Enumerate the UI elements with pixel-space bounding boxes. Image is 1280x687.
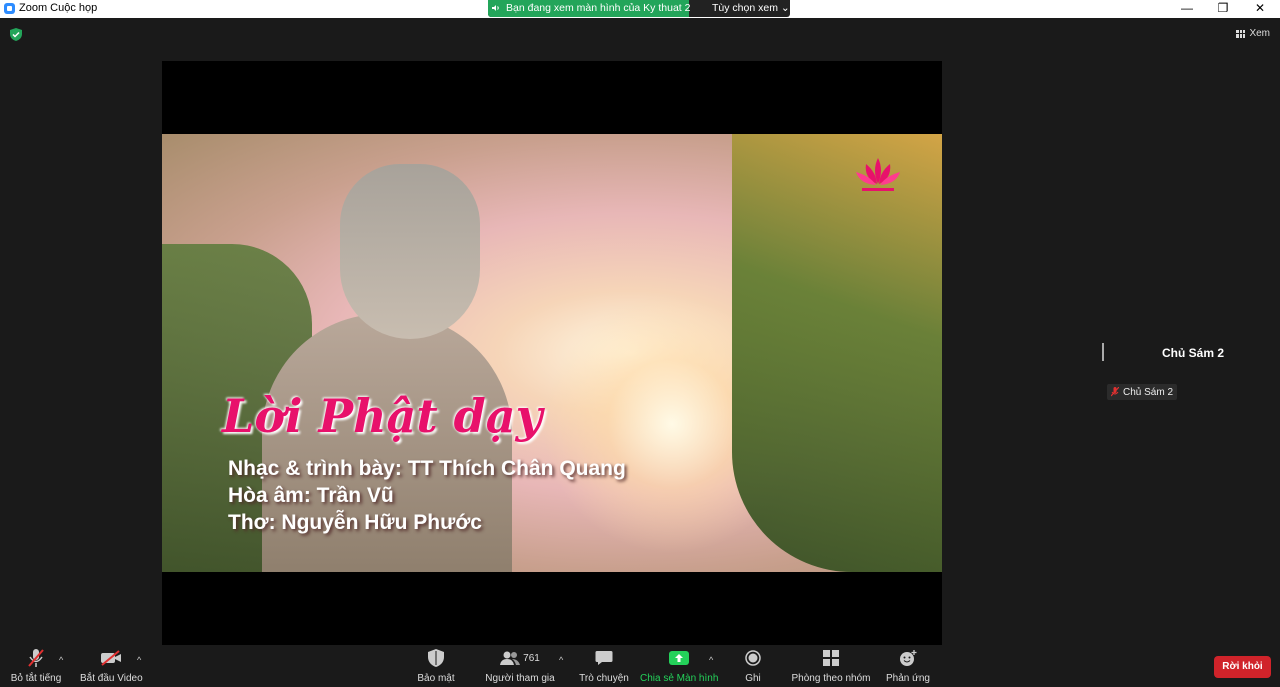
share-status-text: Bạn đang xem màn hình của Ky thuat 2: [506, 2, 691, 14]
minimize-button[interactable]: —: [1171, 0, 1203, 18]
record-label: Ghi: [745, 673, 761, 684]
start-video-label: Bắt đầu Video: [80, 673, 143, 684]
credit-poem: Thơ: Nguyễn Hữu Phước: [228, 511, 482, 534]
mute-label: Bỏ tắt tiếng: [10, 673, 62, 684]
breakout-rooms-label: Phòng theo nhóm: [791, 673, 871, 684]
share-options-caret[interactable]: ^: [709, 655, 713, 665]
meeting-toolbar: Bỏ tắt tiếng ^ Bắt đầu Video ^ Bảo mật 7…: [0, 647, 1280, 687]
share-screen-button[interactable]: Chia sẻ Màn hình: [640, 647, 718, 684]
chat-bubble-icon: [595, 651, 613, 665]
video-title: Lời Phật dạy: [222, 389, 543, 443]
view-options-dropdown[interactable]: Tùy chọn xem ⌄: [712, 2, 790, 14]
credit-music: Nhạc & trình bày: TT Thích Chân Quang: [228, 457, 626, 480]
breakout-rooms-button[interactable]: Phòng theo nhóm: [790, 647, 872, 684]
shared-screen[interactable]: Lời Phật dạy Nhạc & trình bày: TT Thích …: [162, 61, 942, 645]
people-icon: [500, 651, 521, 665]
video-frame: Lời Phật dạy Nhạc & trình bày: TT Thích …: [162, 134, 942, 572]
viewing-share-indicator: Bạn đang xem màn hình của Ky thuat 2: [488, 0, 691, 17]
participant-name: Chủ Sám 2: [1162, 346, 1225, 360]
participants-label: Người tham gia: [485, 673, 555, 684]
security-button[interactable]: Bảo mật: [414, 647, 458, 684]
lotus-logo-icon: [856, 158, 900, 191]
participants-count: 761: [523, 652, 540, 664]
shield-icon: [428, 649, 444, 667]
credit-arrangement: Hòa âm: Trần Vũ: [228, 484, 394, 507]
participant-tag-name: Chủ Sám 2: [1123, 386, 1174, 398]
security-label: Bảo mật: [417, 673, 455, 684]
mute-button[interactable]: Bỏ tắt tiếng: [8, 647, 64, 684]
panel-resize-handle[interactable]: [1102, 343, 1104, 361]
mic-muted-icon: [28, 649, 44, 667]
window-title-bar: Zoom Cuộc họp Bạn đang xem màn hình của …: [0, 0, 1280, 18]
chat-label: Trò chuyện: [579, 673, 629, 684]
start-video-button[interactable]: Bắt đầu Video: [80, 647, 143, 684]
mic-muted-icon: [1111, 387, 1119, 397]
view-label: Xem: [1249, 28, 1270, 39]
participant-tag: Chủ Sám 2: [1107, 384, 1178, 400]
share-screen-label: Chia sẻ Màn hình: [640, 673, 719, 684]
zoom-app-icon: [4, 3, 15, 14]
reactions-label: Phản ứng: [886, 673, 930, 684]
video-options-caret[interactable]: ^: [137, 655, 141, 665]
speaker-icon: [492, 5, 499, 11]
reactions-button[interactable]: Phản ứng: [884, 647, 932, 684]
trees-right-image: [732, 134, 942, 572]
encryption-shield-icon[interactable]: [10, 28, 22, 41]
record-icon: [745, 650, 761, 666]
chat-button[interactable]: Trò chuyện: [578, 647, 630, 684]
smiley-icon: [900, 650, 917, 666]
participants-options-caret[interactable]: ^: [559, 655, 563, 665]
restore-button[interactable]: ❐: [1207, 0, 1239, 18]
window-title: Zoom Cuộc họp: [19, 2, 98, 14]
video-off-icon: [101, 650, 121, 666]
buddha-statue-head: [340, 164, 480, 339]
screen-share-banner: Bạn đang xem màn hình của Ky thuat 2 Tùy…: [488, 0, 790, 17]
gallery-grid-icon: [1236, 29, 1246, 38]
grid-icon: [823, 650, 839, 666]
audio-options-caret[interactable]: ^: [59, 655, 63, 665]
record-button[interactable]: Ghi: [738, 647, 768, 684]
share-up-arrow-icon: [669, 651, 689, 665]
close-button[interactable]: ✕: [1244, 0, 1276, 18]
leave-meeting-button[interactable]: Rời khỏi: [1214, 656, 1271, 678]
view-button[interactable]: Xem: [1236, 28, 1270, 39]
participants-button[interactable]: 761 Người tham gia: [484, 647, 556, 684]
